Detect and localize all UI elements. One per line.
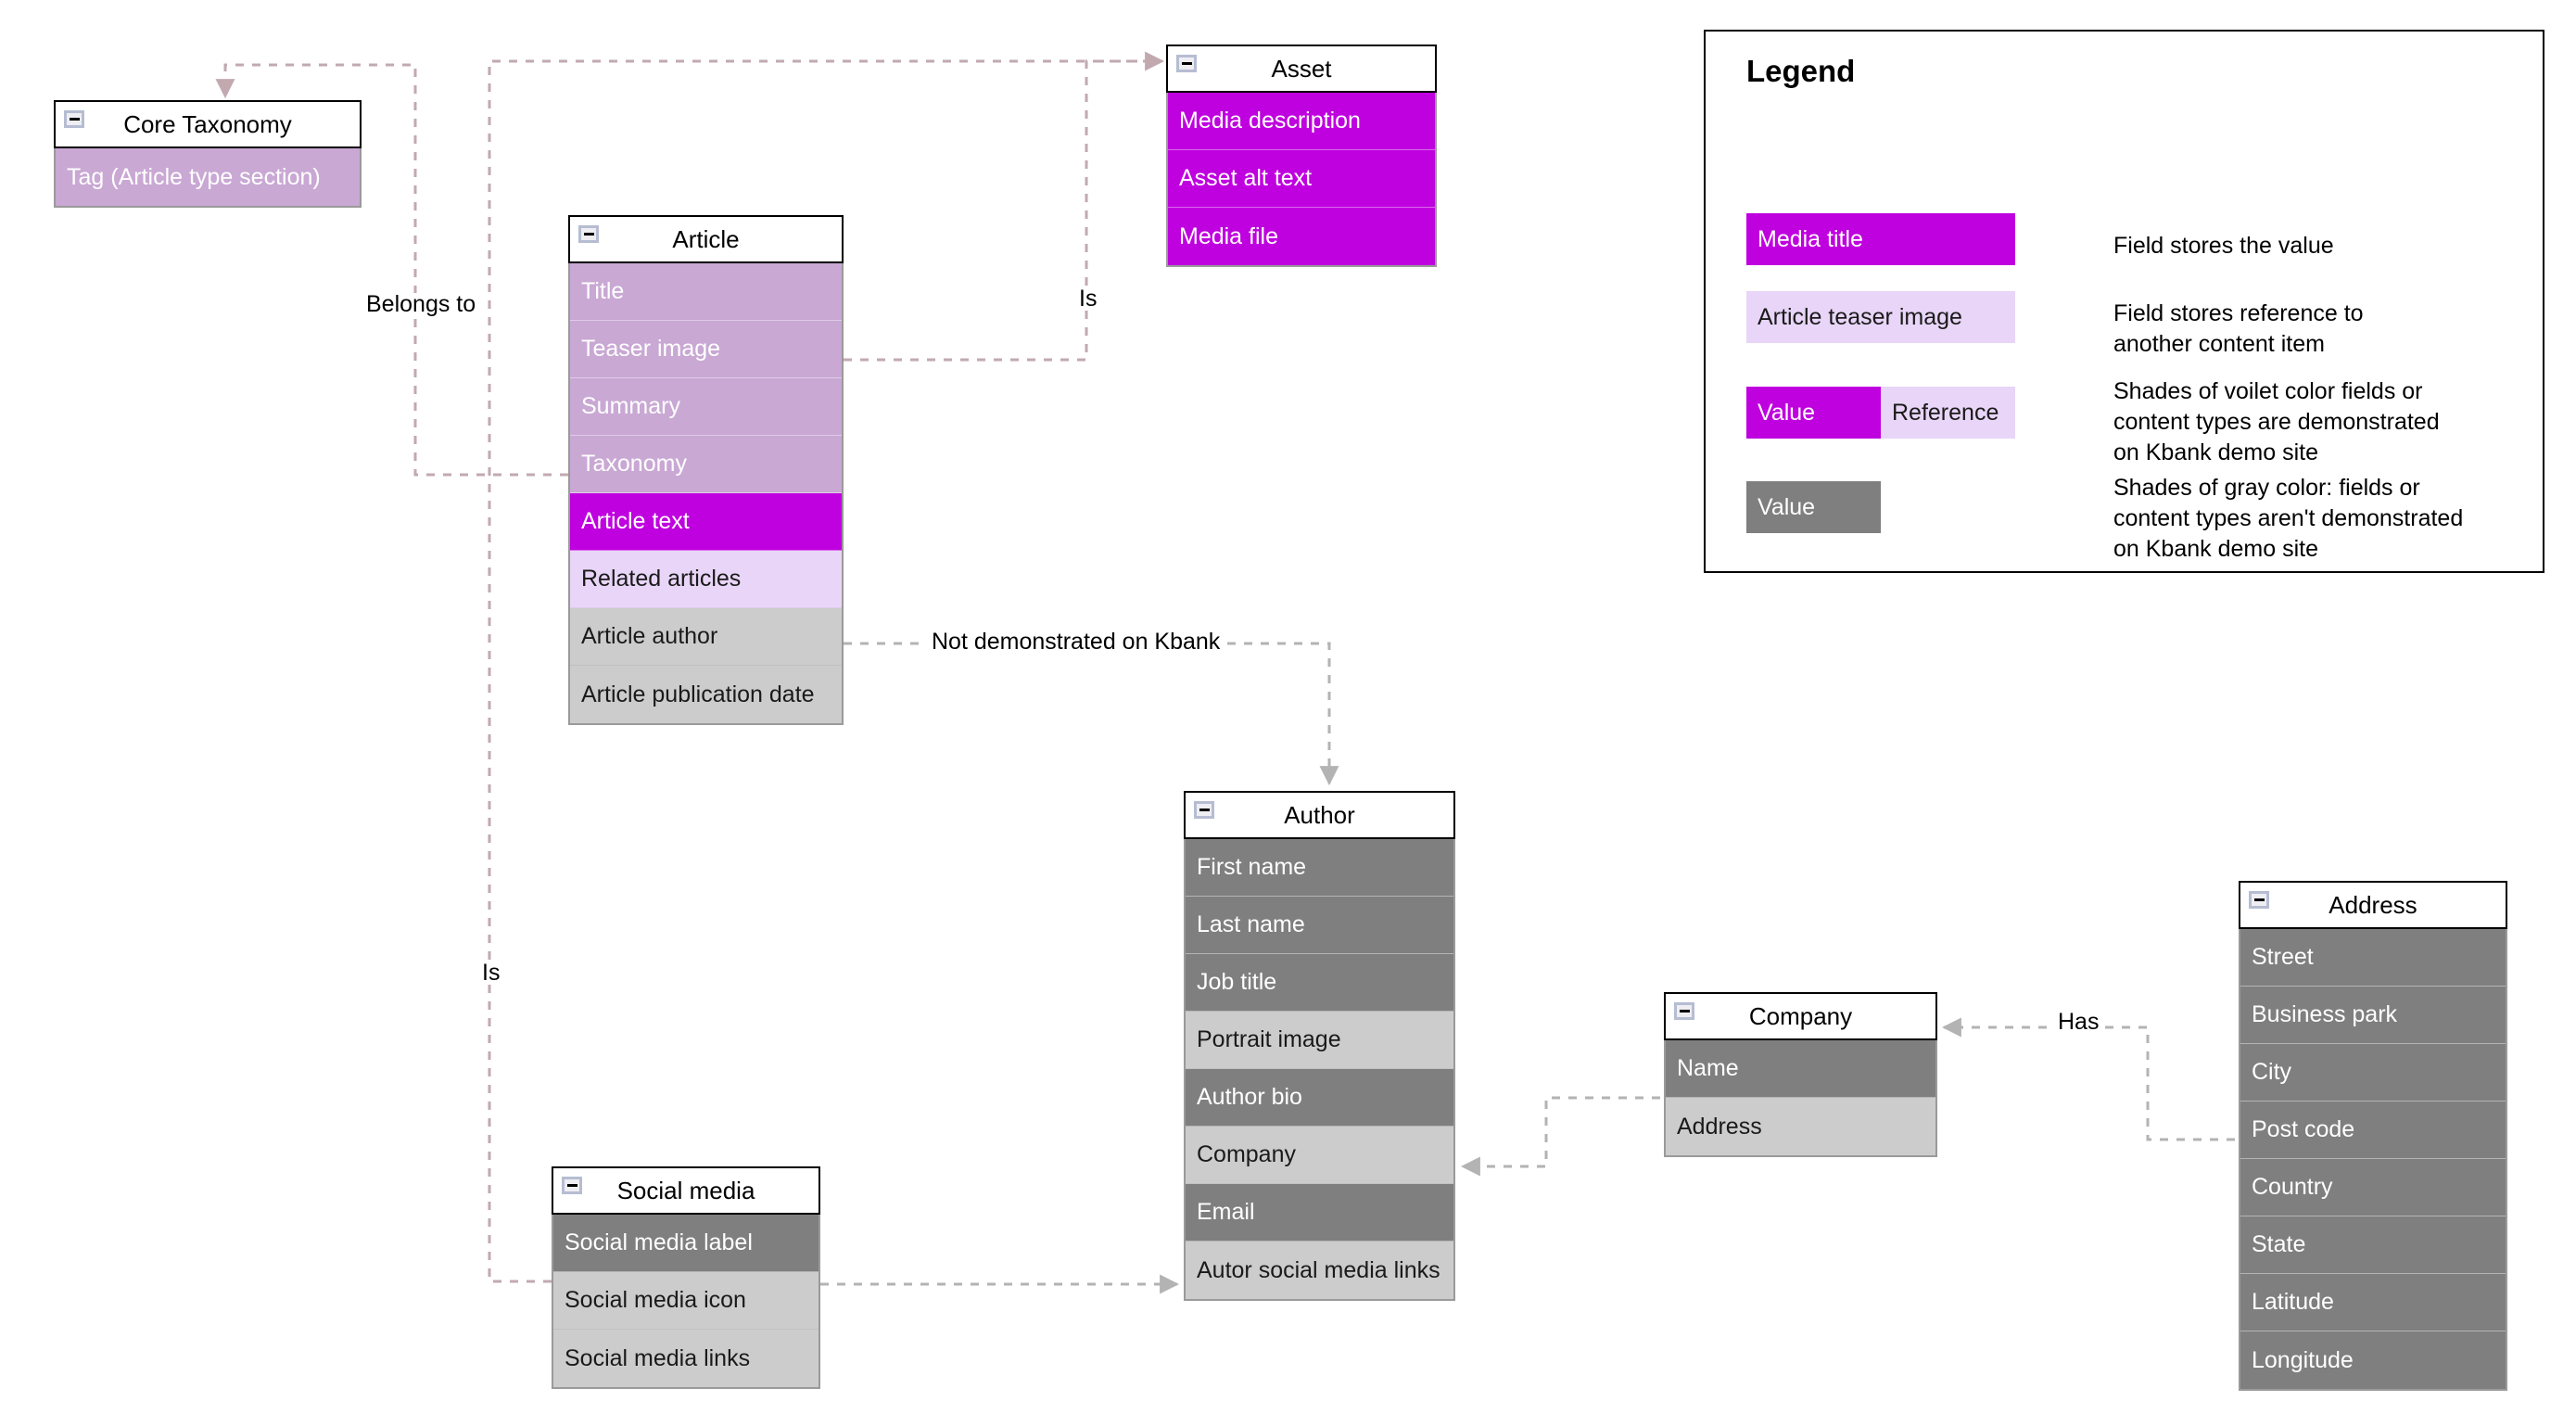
legend-description-gray-meaning: Shades of gray color: fields or content … (2113, 475, 2464, 562)
entity-address[interactable]: Address Street Business park City Post code C… (2239, 881, 2507, 1391)
legend-swatch: Media title (1746, 213, 2015, 265)
entity-asset[interactable]: Asset Media description Asset alt text Medi… (1166, 45, 1437, 267)
entity-title-address: Address (2329, 891, 2417, 919)
entity-header-social-media[interactable]: Social media (552, 1166, 820, 1215)
field-row[interactable]: Company (1186, 1127, 1453, 1184)
collapse-minus-icon[interactable] (1176, 55, 1197, 72)
legend-swatch-group-stores-reference: Article teaser image (1746, 291, 2015, 343)
connector-article-author-to-author (844, 642, 1339, 786)
field-row[interactable]: Country (2240, 1159, 2506, 1216)
connector-label-not-demonstrated: Not demonstrated on Kbank (927, 630, 1225, 654)
collapse-minus-icon[interactable] (562, 1177, 582, 1194)
entity-core-taxonomy[interactable]: Core Taxonomy Tag (Article type section) (54, 100, 362, 208)
collapse-minus-icon[interactable] (2249, 891, 2269, 909)
entity-fields-address: Street Business park City Post code Country S… (2239, 929, 2507, 1391)
field-row[interactable]: Portrait image (1186, 1012, 1453, 1069)
legend-description-stores-reference: Field stores reference to another conten… (2113, 300, 2364, 357)
legend-description-stores-value: Field stores the value (2113, 233, 2334, 259)
field-row[interactable]: Latitude (2240, 1274, 2506, 1331)
entity-title-author: Author (1284, 801, 1355, 829)
field-row[interactable]: Name (1666, 1040, 1935, 1098)
field-row[interactable]: Longitude (2240, 1331, 2506, 1389)
legend-swatch-group-gray-meaning: Value (1746, 481, 1881, 533)
field-row[interactable]: Last name (1186, 897, 1453, 954)
entity-title-core-taxonomy: Core Taxonomy (123, 110, 292, 138)
diagram-canvas: Belongs to Is Is Not demonstrated on Kba… (0, 0, 2576, 1401)
field-row[interactable]: Article text (570, 493, 842, 551)
entity-company[interactable]: Company Name Address (1664, 992, 1937, 1157)
field-row[interactable]: Title (570, 263, 842, 321)
collapse-minus-icon[interactable] (64, 110, 84, 128)
field-row[interactable]: Email (1186, 1184, 1453, 1242)
field-row[interactable]: Article author (570, 608, 842, 666)
field-row[interactable]: Tag (Article type section) (56, 148, 360, 206)
collapse-minus-icon[interactable] (1194, 801, 1214, 819)
legend-swatch: Value (1746, 481, 1881, 533)
field-row[interactable]: Teaser image (570, 321, 842, 378)
legend-description-violet-meaning: Shades of voilet color fields or content… (2113, 378, 2440, 465)
entity-header-asset[interactable]: Asset (1166, 45, 1437, 93)
entity-title-social-media: Social media (616, 1177, 755, 1204)
entity-article[interactable]: Article Title Teaser image Summary Taxonomy A… (568, 215, 844, 725)
entity-title-article: Article (672, 225, 740, 253)
field-row[interactable]: Business park (2240, 987, 2506, 1044)
field-row[interactable]: Author bio (1186, 1069, 1453, 1127)
field-row[interactable]: Post code (2240, 1102, 2506, 1159)
entity-fields-asset: Media description Asset alt text Media fil… (1166, 93, 1437, 267)
legend-swatch: Article teaser image (1746, 291, 2015, 343)
entity-header-company[interactable]: Company (1664, 992, 1937, 1040)
entity-fields-social-media: Social media label Social media icon Socia… (552, 1215, 820, 1389)
field-row[interactable]: Autor social media links (1186, 1242, 1453, 1299)
entity-title-asset: Asset (1271, 55, 1332, 83)
connector-label-is-social-asset: Is (477, 962, 505, 985)
entity-fields-article: Title Teaser image Summary Taxonomy Article … (568, 263, 844, 725)
legend-title: Legend (1746, 54, 1856, 88)
field-row[interactable]: Related articles (570, 551, 842, 608)
field-row[interactable]: Social media label (553, 1215, 818, 1272)
legend-panel: Legend Media title Field stores the value… (1704, 30, 2544, 573)
field-row[interactable]: State (2240, 1216, 2506, 1274)
entity-header-author[interactable]: Author (1184, 791, 1455, 839)
connector-label-has: Has (2053, 1011, 2104, 1034)
field-row[interactable]: Job title (1186, 954, 1453, 1012)
entity-fields-company: Name Address (1664, 1040, 1937, 1157)
legend-swatch: Value (1746, 387, 1881, 439)
entity-title-company: Company (1748, 1002, 1853, 1030)
connector-label-is-article-asset: Is (1074, 287, 1102, 311)
connector-article-teaser-to-asset (844, 51, 1165, 362)
entity-header-article[interactable]: Article (568, 215, 844, 263)
field-row[interactable]: Social media icon (553, 1272, 818, 1330)
connector-label-belongs-to: Belongs to (362, 293, 481, 316)
connector-address-to-company (1941, 1017, 2235, 1141)
field-row[interactable]: Taxonomy (570, 436, 842, 493)
field-row[interactable]: Media file (1168, 208, 1435, 265)
connector-company-to-author-company (1460, 1096, 1660, 1177)
legend-swatch: Reference (1881, 387, 2015, 439)
legend-swatch-group-violet-meaning: Value Reference (1746, 387, 2015, 439)
entity-fields-author: First name Last name Job title Portrait ima… (1184, 839, 1455, 1301)
entity-fields-core-taxonomy: Tag (Article type section) (54, 148, 362, 208)
field-row[interactable]: Article publication date (570, 666, 842, 723)
field-row[interactable]: City (2240, 1044, 2506, 1102)
entity-header-core-taxonomy[interactable]: Core Taxonomy (54, 100, 362, 148)
field-row[interactable]: Media description (1168, 93, 1435, 150)
legend-swatch-group-stores-value: Media title (1746, 213, 2015, 265)
entity-author[interactable]: Author First name Last name Job title Portra… (1184, 791, 1455, 1301)
field-row[interactable]: Street (2240, 929, 2506, 987)
collapse-minus-icon[interactable] (578, 225, 599, 243)
field-row[interactable]: Summary (570, 378, 842, 436)
entity-social-media[interactable]: Social media Social media label Social med… (552, 1166, 820, 1389)
entity-header-address[interactable]: Address (2239, 881, 2507, 929)
collapse-minus-icon[interactable] (1674, 1002, 1694, 1020)
field-row[interactable]: Asset alt text (1168, 150, 1435, 208)
field-row[interactable]: First name (1186, 839, 1453, 897)
field-row[interactable]: Address (1666, 1098, 1935, 1155)
field-row[interactable]: Social media links (553, 1330, 818, 1387)
